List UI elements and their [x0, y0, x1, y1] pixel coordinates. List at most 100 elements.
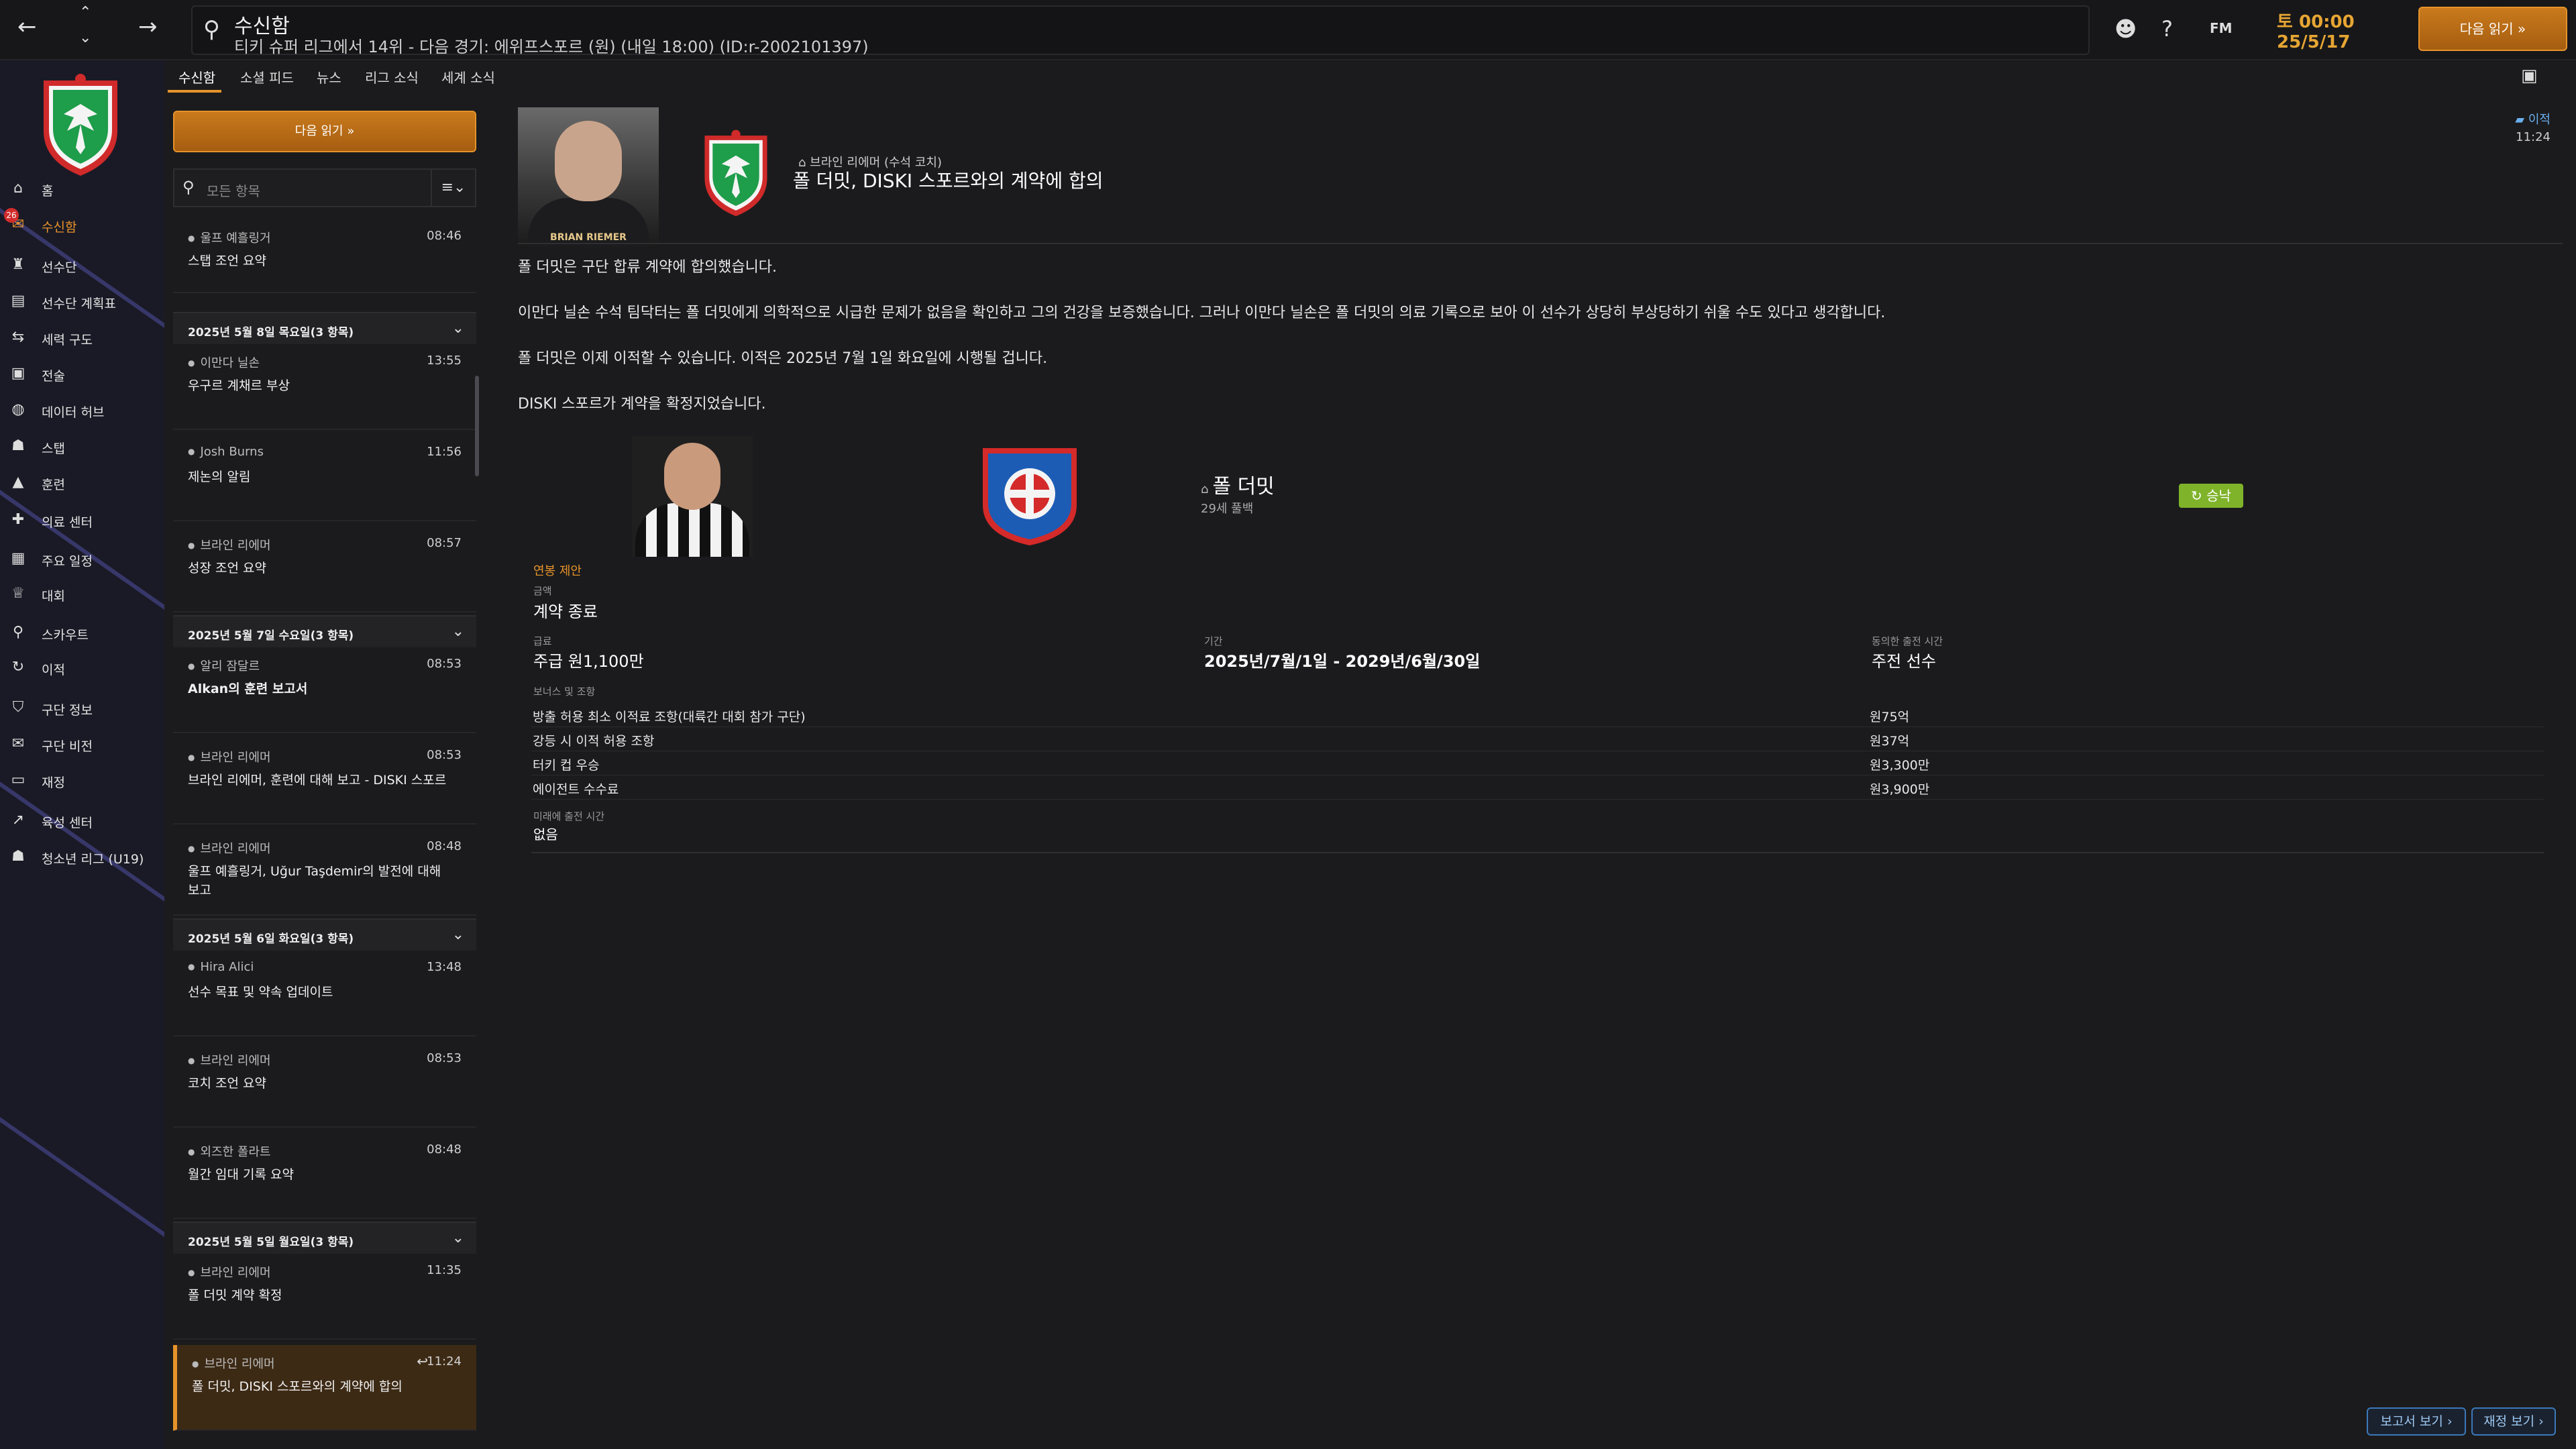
finance-icon: ▭: [11, 771, 25, 788]
back-arrow-icon[interactable]: ←: [17, 13, 37, 40]
carlisle-united-badge-icon[interactable]: [976, 441, 1083, 549]
message-time: 08:57: [427, 536, 462, 550]
view-finances-button[interactable]: 재정 보기 ›: [2471, 1407, 2556, 1436]
sidebar-item-training[interactable]: ▲ 훈련: [0, 467, 164, 498]
chevron-up-icon[interactable]: ⌃: [79, 4, 91, 21]
message-sender: 외즈한 폴라트: [188, 1142, 270, 1160]
sidebar-item-tactics[interactable]: ▣ 전술: [0, 358, 164, 389]
bonus-label: 강등 시 이적 허용 조항: [533, 734, 655, 749]
sidebar-item-staff[interactable]: ☗ 스탭: [0, 431, 164, 462]
sidebar-item-development[interactable]: ↗ 육성 센터: [0, 805, 164, 836]
list-continue-button[interactable]: 다음 읽기 »: [173, 111, 476, 152]
message-subject: 폴 더밋 계약 확정: [188, 1288, 282, 1303]
continue-button[interactable]: 다음 읽기 »: [2418, 7, 2567, 51]
help-icon[interactable]: ?: [2161, 16, 2173, 42]
sidebar-item-dynamics[interactable]: ⇆ 세력 구도: [0, 322, 164, 353]
list-item[interactable]: 알리 잠달르 08:53 Alkan의 훈련 보고서: [173, 647, 476, 733]
list-scrollbar[interactable]: [475, 376, 479, 476]
tab-news[interactable]: 뉴스: [317, 67, 341, 87]
day-group-label: 2025년 5월 7일 수요일(3 항목): [188, 629, 354, 643]
day-group-label: 2025년 5월 8일 목요일(3 항목): [188, 326, 354, 339]
message-paragraph: 폴 더밋은 이제 이적할 수 있습니다. 이적은 2025년 7월 1일 화요일…: [518, 350, 1048, 367]
sidebar-item-club-info[interactable]: ⛉ 구단 정보: [0, 692, 164, 723]
screen-toggle-icon[interactable]: ▣: [2521, 66, 2538, 86]
message-sender: 브라인 리에머: [192, 1354, 274, 1372]
game-time: 토 00:00: [2277, 12, 2355, 32]
chevron-down-icon[interactable]: ⌄: [79, 30, 91, 46]
message-time: 11:24: [427, 1354, 462, 1368]
view-report-button[interactable]: 보고서 보기 ›: [2367, 1407, 2466, 1436]
bonus-label: 방출 허용 최소 이적료 조항(대륙간 대회 참가 구단): [533, 710, 806, 724]
list-item[interactable]: 브라인 리에머 11:35 폴 더밋 계약 확정: [173, 1254, 476, 1340]
sidebar-item-competitions[interactable]: ♕ 대회: [0, 578, 164, 609]
future-playing-time-label: 미래에 출전 시간: [533, 810, 605, 822]
day-group-header[interactable]: 2025년 5월 7일 수요일(3 항목) ⌄: [173, 615, 476, 647]
list-item[interactable]: 울프 예흘링거 08:46 스탭 조언 요약: [173, 219, 476, 293]
bonus-header: 보너스 및 조항: [533, 686, 596, 698]
sidebar-item-schedule[interactable]: ▦ 주요 일정: [0, 543, 164, 574]
player-name-text: 폴 더밋: [1212, 475, 1275, 498]
list-item[interactable]: 외즈한 폴라트 08:48 월간 임대 기록 요약: [173, 1133, 476, 1219]
divider: [531, 852, 2544, 853]
list-item-selected[interactable]: 브라인 리에머 ↩ 11:24 폴 더밋, DISKI 스포르와의 계약에 합의: [173, 1345, 476, 1431]
fm-menu-button[interactable]: FM: [2210, 20, 2233, 36]
sidebar-item-club-vision[interactable]: ✉ 구단 비전: [0, 729, 164, 759]
day-group-header[interactable]: 2025년 5월 8일 목요일(3 항목) ⌄: [173, 312, 476, 344]
sidebar-item-squad-planner[interactable]: ▤ 선수단 계획표: [0, 286, 164, 317]
inbox-badge: 26: [4, 208, 19, 223]
message-paragraph: DISKI 스포르가 계약을 확정지었습니다.: [518, 396, 766, 413]
lock-icon: ⌂: [1201, 482, 1209, 496]
sidebar-item-finances[interactable]: ▭ 재정: [0, 765, 164, 796]
sidebar-item-scouting[interactable]: ⚲ 스카우트: [0, 617, 164, 648]
game-date[interactable]: 토 00:00 25/5/17: [2267, 5, 2395, 54]
player-name[interactable]: ⌂ 폴 더밋: [1201, 470, 1275, 499]
filter-placeholder: 모든 항목: [207, 183, 260, 199]
list-item[interactable]: 브라인 리에머 08:53 코치 조언 요약: [173, 1042, 476, 1128]
tab-social-feed[interactable]: 소셜 피드: [240, 67, 294, 87]
sidebar-item-youth-league[interactable]: ☗ 청소년 리그 (U19): [0, 841, 164, 872]
fee-label: 금액: [533, 585, 552, 597]
sidebar-item-medical[interactable]: ✚ 의료 센터: [0, 504, 164, 535]
game-date-value: 25/5/17: [2277, 32, 2351, 52]
training-icon: ▲: [12, 474, 24, 490]
message-type[interactable]: ▰ 이적: [2515, 111, 2551, 129]
vision-icon: ✉: [11, 735, 25, 752]
message-sender: 브라인 리에머: [188, 1051, 270, 1069]
forward-arrow-icon[interactable]: →: [138, 13, 158, 40]
tab-league-news[interactable]: 리그 소식: [365, 67, 419, 87]
message-sender: Hira Alici: [188, 960, 254, 974]
tab-inbox[interactable]: 수신함: [178, 67, 215, 87]
sort-menu-icon[interactable]: ≡⌄: [431, 170, 475, 206]
club-crest-icon[interactable]: [37, 67, 124, 178]
player-photo[interactable]: [632, 436, 753, 557]
list-item[interactable]: 이만다 닐손 13:55 우구르 계채르 부상: [173, 344, 476, 430]
bonus-row: 터키 컵 우승 원3,300만: [531, 751, 2544, 775]
message-filter[interactable]: ⚲ 모든 항목 ≡⌄: [173, 168, 476, 207]
list-item[interactable]: 브라인 리에머 08:57 성장 조언 요약: [173, 527, 476, 612]
list-item[interactable]: 브라인 리에머 08:48 울프 예흘링거, Uğur Taşdemir의 발전…: [173, 830, 476, 916]
message-time: 11:35: [427, 1263, 462, 1277]
list-item[interactable]: Hira Alici 13:48 선수 목표 및 약속 업데이트: [173, 951, 476, 1036]
sidebar-item-squad[interactable]: ♜ 선수단: [0, 250, 164, 280]
tab-world-news[interactable]: 세계 소식: [441, 67, 495, 87]
message-time: 08:46: [427, 229, 462, 243]
sidebar-item-transfers[interactable]: ↻ 이적: [0, 652, 164, 683]
sidebar-item-data-hub[interactable]: ◍ 데이터 허브: [0, 394, 164, 425]
list-continue-label: 다음 읽기: [294, 124, 343, 138]
club-crest-icon[interactable]: [699, 124, 773, 218]
chevron-down-icon: ⌄: [451, 1230, 464, 1246]
chevron-down-icon: ⌄: [451, 623, 464, 640]
day-group-header[interactable]: 2025년 5월 6일 화요일(3 항목) ⌄: [173, 918, 476, 951]
bonus-label: 에이전트 수수료: [533, 782, 619, 797]
sidebar-item-inbox[interactable]: ✉ 26 수신함: [0, 208, 164, 240]
message-subject: 브라인 리에머, 훈련에 대해 보고 - DISKI 스포르: [188, 773, 447, 788]
list-item[interactable]: 브라인 리에머 08:53 브라인 리에머, 훈련에 대해 보고 - DISKI…: [173, 739, 476, 824]
bonus-value: 원3,300만: [1870, 758, 1930, 773]
list-item[interactable]: Josh Burns 11:56 제논의 알림: [173, 435, 476, 521]
face-icon[interactable]: ☻: [2114, 16, 2137, 42]
message-subject: 코치 조언 요약: [188, 1076, 266, 1091]
coach-photo[interactable]: BRIAN RIEMER: [518, 107, 659, 248]
day-group-header[interactable]: 2025년 5월 5일 월요일(3 항목) ⌄: [173, 1222, 476, 1254]
sidebar-item-home[interactable]: ⌂ 홈: [0, 173, 164, 204]
breadcrumb-search[interactable]: ⚲ 수신함 티키 슈퍼 리그에서 14위 - 다음 경기: 에위프스포르 (원)…: [191, 5, 2090, 56]
